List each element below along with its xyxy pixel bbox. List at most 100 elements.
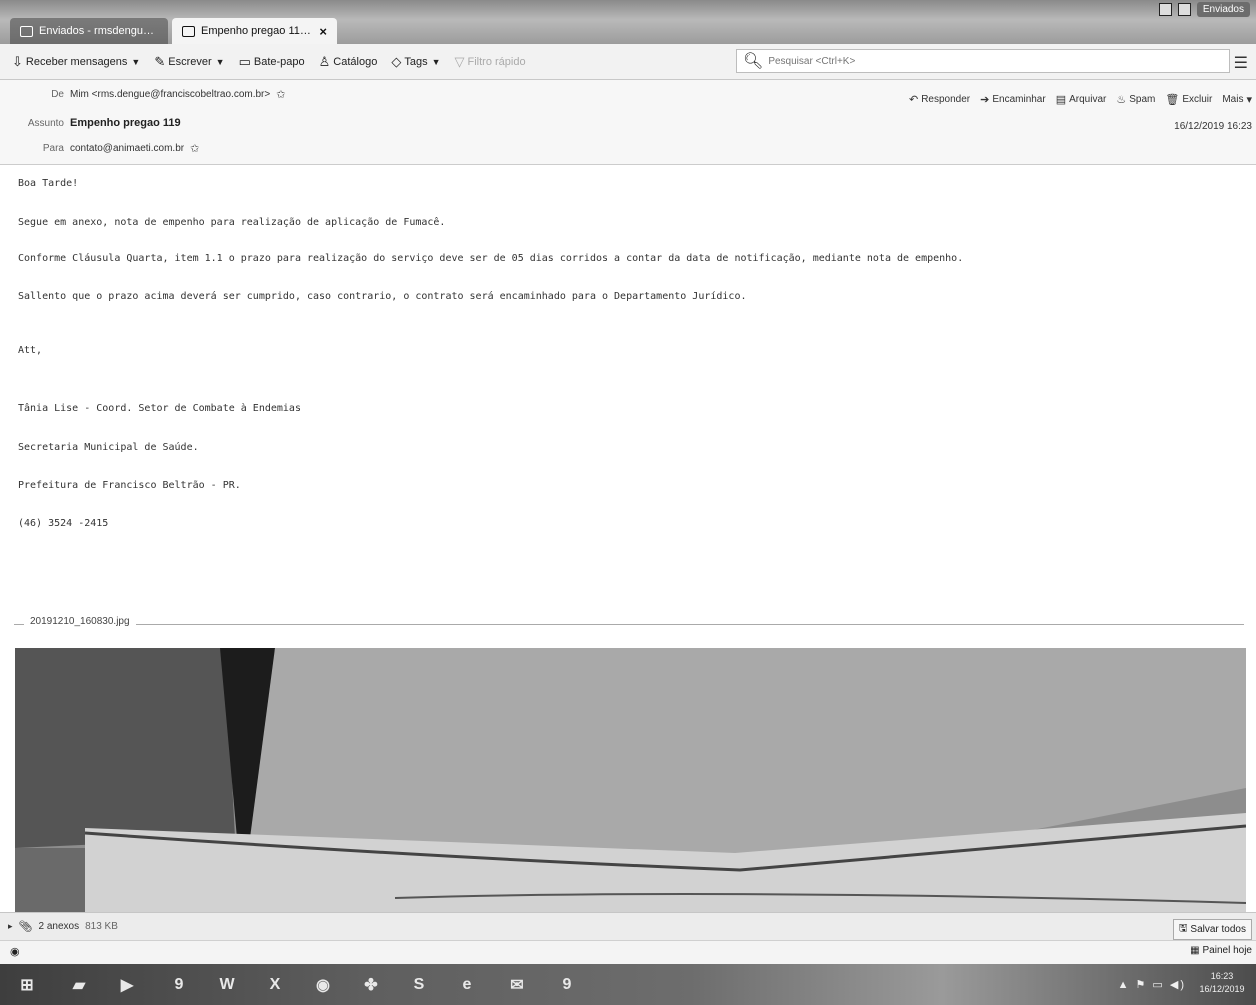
window-label: Enviados — [1196, 2, 1250, 17]
signature-line: (46) 3524 -2415 — [18, 518, 109, 529]
media-player-icon[interactable]: ▶ — [114, 972, 140, 998]
trash-icon: 🗑︎ — [1165, 94, 1180, 106]
skype-icon[interactable]: S — [406, 972, 432, 998]
subject-value: Empenho pregao 119 — [70, 117, 181, 129]
attachment-image[interactable] — [15, 648, 1246, 912]
attachment-size: 813 KB — [85, 921, 118, 932]
app-icon[interactable]: 9 — [554, 972, 580, 998]
chevron-down-icon[interactable]: ▼ — [432, 57, 441, 67]
thunderbird-icon[interactable]: ✉ — [504, 972, 530, 998]
browser-icon[interactable]: ◉ — [310, 972, 336, 998]
file-explorer-icon[interactable]: ▰ — [66, 972, 92, 998]
close-tab-icon[interactable]: × — [319, 24, 327, 39]
pencil-icon: ✎ — [154, 53, 166, 69]
forward-button[interactable]: ➔ Encaminhar — [980, 93, 1046, 106]
word-icon[interactable]: W — [214, 972, 240, 998]
from-label: De — [51, 89, 64, 100]
attachment-count[interactable]: 2 anexos — [39, 921, 80, 932]
write-label: Escrever — [168, 55, 212, 68]
archive-icon: ▤ — [1055, 94, 1067, 106]
today-pane-button[interactable]: ▦ Painel hoje — [1190, 945, 1252, 956]
forward-label: Encaminhar — [992, 94, 1046, 105]
tags-button[interactable]: ◇ Tags ▼ — [391, 54, 440, 70]
quick-filter-label: Filtro rápido — [467, 55, 526, 68]
signature-line: Secretaria Municipal de Saúde. — [18, 442, 199, 453]
body-paragraph: Conforme Cláusula Quarta, item 1.1 o pra… — [18, 253, 964, 264]
tab-message[interactable]: Empenho pregao 119 - Em… × — [172, 18, 337, 44]
search-icon: 🔍︎ — [743, 53, 764, 70]
app-icon[interactable]: 9 — [166, 972, 192, 998]
junk-button[interactable]: ♨ Spam — [1116, 93, 1155, 106]
more-button[interactable]: Mais ▾ — [1222, 93, 1252, 106]
body-paragraph: Segue em anexo, nota de empenho para rea… — [18, 217, 446, 228]
internet-explorer-icon[interactable]: e — [454, 972, 480, 998]
calendar-icon: ▦ — [1190, 945, 1200, 956]
attachment-photo — [15, 648, 1246, 912]
mail-toolbar: ⇩ Receber mensagens ▼ ✎ Escrever ▼ ▭ Bat… — [0, 44, 1256, 80]
from-row: De Mim <rms.dengue@franciscobeltrao.com.… — [0, 88, 285, 101]
minimize-icon[interactable] — [1158, 3, 1172, 16]
star-icon[interactable]: ✩ — [190, 142, 199, 155]
window-controls: Enviados — [1158, 2, 1250, 17]
body-paragraph: Sallento que o prazo acima deverá ser cu… — [18, 291, 747, 302]
chat-button[interactable]: ▭ Bate-papo — [239, 54, 305, 70]
to-label: Para — [42, 143, 64, 154]
tab-strip: Enviados - rmsdengue@franc… Empenho preg… — [0, 0, 1256, 44]
taskbar: ⊞ ▰ ▶ 9 W X ◉ ✤ S e ✉ 9 ▲ ⚑ ▭ ◀) 16:23 1… — [0, 964, 1256, 1005]
reply-label: Responder — [921, 94, 971, 105]
chevron-down-icon[interactable]: ▼ — [216, 57, 225, 67]
body-greeting: Boa Tarde! — [18, 178, 79, 189]
star-icon[interactable]: ✩ — [276, 88, 285, 101]
address-book-button[interactable]: ♙ Catálogo — [319, 54, 378, 70]
save-all-label: Salvar todos — [1190, 924, 1246, 935]
get-messages-button[interactable]: ⇩ Receber mensagens ▼ — [12, 54, 140, 70]
system-tray-icons[interactable]: ▲ ⚑ ▭ ◀) — [1118, 978, 1186, 991]
subject-row: Assunto Empenho pregao 119 — [0, 117, 181, 129]
chevron-down-icon[interactable]: ▼ — [131, 57, 140, 67]
save-all-button[interactable]: 🖫︎ Salvar todos — [1172, 919, 1252, 940]
start-icon[interactable]: ⊞ — [14, 972, 40, 998]
expand-toggle-icon[interactable]: ▸ — [8, 921, 13, 932]
tab-sent[interactable]: Enviados - rmsdengue@franc… — [10, 18, 168, 44]
write-button[interactable]: ✎ Escrever ▼ — [154, 54, 224, 70]
delete-label: Excluir — [1182, 94, 1213, 105]
taskbar-clock[interactable]: 16:23 16/12/2019 — [1194, 970, 1250, 996]
archive-button[interactable]: ▤ Arquivar — [1056, 93, 1107, 106]
message-date: 16/12/2019 16:23 — [1174, 121, 1252, 132]
body-closing: Att, — [18, 345, 43, 356]
clock-time: 16:23 — [1210, 971, 1234, 981]
search-box[interactable]: 🔍︎ — [736, 49, 1230, 73]
tab-message-label: Empenho pregao 119 - Em… — [201, 25, 313, 37]
message-actions: ↶ Responder ➔ Encaminhar ▤ Arquivar ♨ Sp… — [909, 93, 1252, 106]
filter-icon: ▽ — [454, 53, 465, 69]
status-bar: ◉ ▦ Painel hoje — [0, 940, 1256, 964]
today-pane-label: Painel hoje — [1202, 945, 1252, 956]
excel-icon[interactable]: X — [262, 972, 288, 998]
connection-icon: ◉ — [10, 946, 20, 958]
tab-sent-label: Enviados - rmsdengue@franc… — [39, 25, 158, 37]
restore-icon[interactable] — [1177, 3, 1191, 16]
delete-button[interactable]: 🗑︎ Excluir — [1165, 93, 1212, 106]
chat-label: Bate-papo — [253, 55, 305, 68]
attachment-divider — [14, 624, 1244, 625]
puzzle-icon[interactable]: ✤ — [358, 972, 384, 998]
junk-label: Spam — [1129, 94, 1156, 105]
chat-icon: ▭ — [238, 53, 251, 69]
reply-button[interactable]: ↶ Responder — [909, 93, 970, 106]
to-row: Para contato@animaeti.com.br ✩ — [0, 142, 199, 155]
address-book-label: Catálogo — [333, 55, 378, 68]
quick-filter-button[interactable]: ▽ Filtro rápido — [455, 54, 526, 70]
signature-line: Tânia Lise - Coord. Setor de Combate à E… — [18, 403, 301, 414]
archive-label: Arquivar — [1069, 94, 1107, 105]
to-value[interactable]: contato@animaeti.com.br — [70, 143, 184, 154]
menu-icon[interactable]: ☰ — [1234, 53, 1248, 73]
download-icon: ⇩ — [12, 53, 23, 69]
save-icon: 🖫︎ — [1178, 923, 1188, 934]
from-value[interactable]: Mim <rms.dengue@franciscobeltrao.com.br> — [70, 89, 270, 100]
paperclip-icon: 📎︎ — [18, 921, 33, 933]
attachment-filename[interactable]: 20191210_160830.jpg — [24, 616, 136, 627]
search-input[interactable] — [768, 55, 1223, 67]
forward-icon: ➔ — [980, 94, 990, 106]
tags-label: Tags — [404, 55, 428, 68]
subject-label: Assunto — [27, 117, 64, 129]
